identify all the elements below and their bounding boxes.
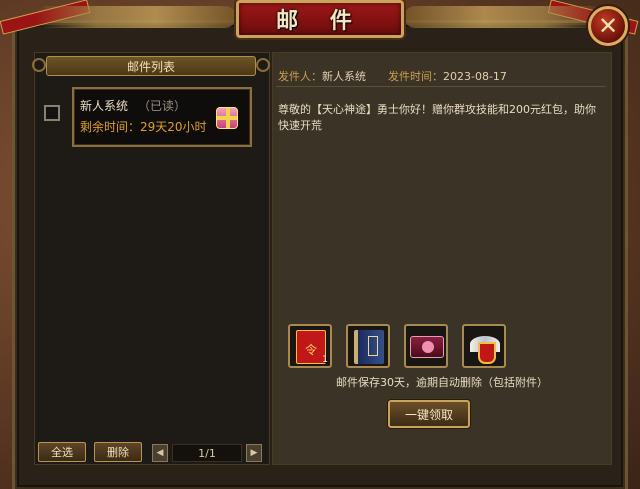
skill-book-icon	[354, 330, 384, 364]
window-title: 邮 件	[276, 8, 364, 34]
select-all-button[interactable]: 全选	[38, 442, 86, 462]
attachment-quantity: 1	[322, 355, 328, 365]
gift-box-icon	[216, 107, 238, 129]
mail-item-sender-name: 新人系统	[80, 99, 129, 113]
meta-divider	[276, 86, 606, 87]
mail-meta-row: 发件人：新人系统 发件时间：2023-08-17	[278, 68, 507, 84]
page-indicator: 1/1	[172, 444, 242, 462]
right-dragon-ornament	[404, 6, 604, 28]
arrow-left-icon: ◀	[156, 448, 164, 458]
prev-page-button[interactable]: ◀	[152, 444, 168, 462]
corner-ornament-icon	[256, 58, 270, 72]
mail-list-item[interactable]: 新人系统 （已读） 剩余时间：29天20小时	[72, 87, 252, 147]
mail-list-header-label: 邮件列表	[126, 59, 175, 74]
spell-tome-icon	[410, 336, 444, 358]
retention-notice: 邮件保存30天，逾期自动删除（包括附件）	[336, 376, 548, 389]
next-page-button[interactable]: ▶	[246, 444, 262, 462]
mail-item-remaining-time: 剩余时间：29天20小时	[80, 120, 207, 134]
winged-emblem-icon	[470, 330, 500, 364]
sender-value: 新人系统	[322, 70, 366, 83]
mail-item-sender: 新人系统 （已读）	[80, 97, 186, 114]
delete-button[interactable]: 删除	[94, 442, 142, 462]
arrow-right-icon: ▶	[250, 448, 258, 458]
corner-ornament-icon	[32, 58, 46, 72]
claim-all-button[interactable]: 一键领取	[388, 400, 470, 428]
mail-body-text: 尊敬的【天心神途】勇士你好！赠你群攻技能和200元红包，助你快速开荒	[278, 103, 596, 132]
attachment-slot[interactable]	[462, 324, 506, 368]
close-button[interactable]: ✕	[588, 6, 628, 46]
send-time-label: 发件时间：	[388, 70, 443, 83]
sender-label: 发件人：	[278, 70, 322, 83]
attachment-slot[interactable]	[346, 324, 390, 368]
attachment-slot[interactable]: 1	[288, 324, 332, 368]
left-dragon-ornament	[36, 6, 236, 28]
mail-item-read-status: （已读）	[138, 99, 187, 113]
attachment-slot[interactable]	[404, 324, 448, 368]
close-x-icon: ✕	[597, 12, 619, 40]
title-bar: 邮 件 ✕	[0, 0, 640, 46]
title-plate: 邮 件	[236, 0, 404, 38]
send-time-value: 2023-08-17	[443, 70, 507, 83]
mail-list-header: 邮件列表	[46, 56, 256, 76]
mail-item-checkbox[interactable]	[44, 105, 60, 121]
